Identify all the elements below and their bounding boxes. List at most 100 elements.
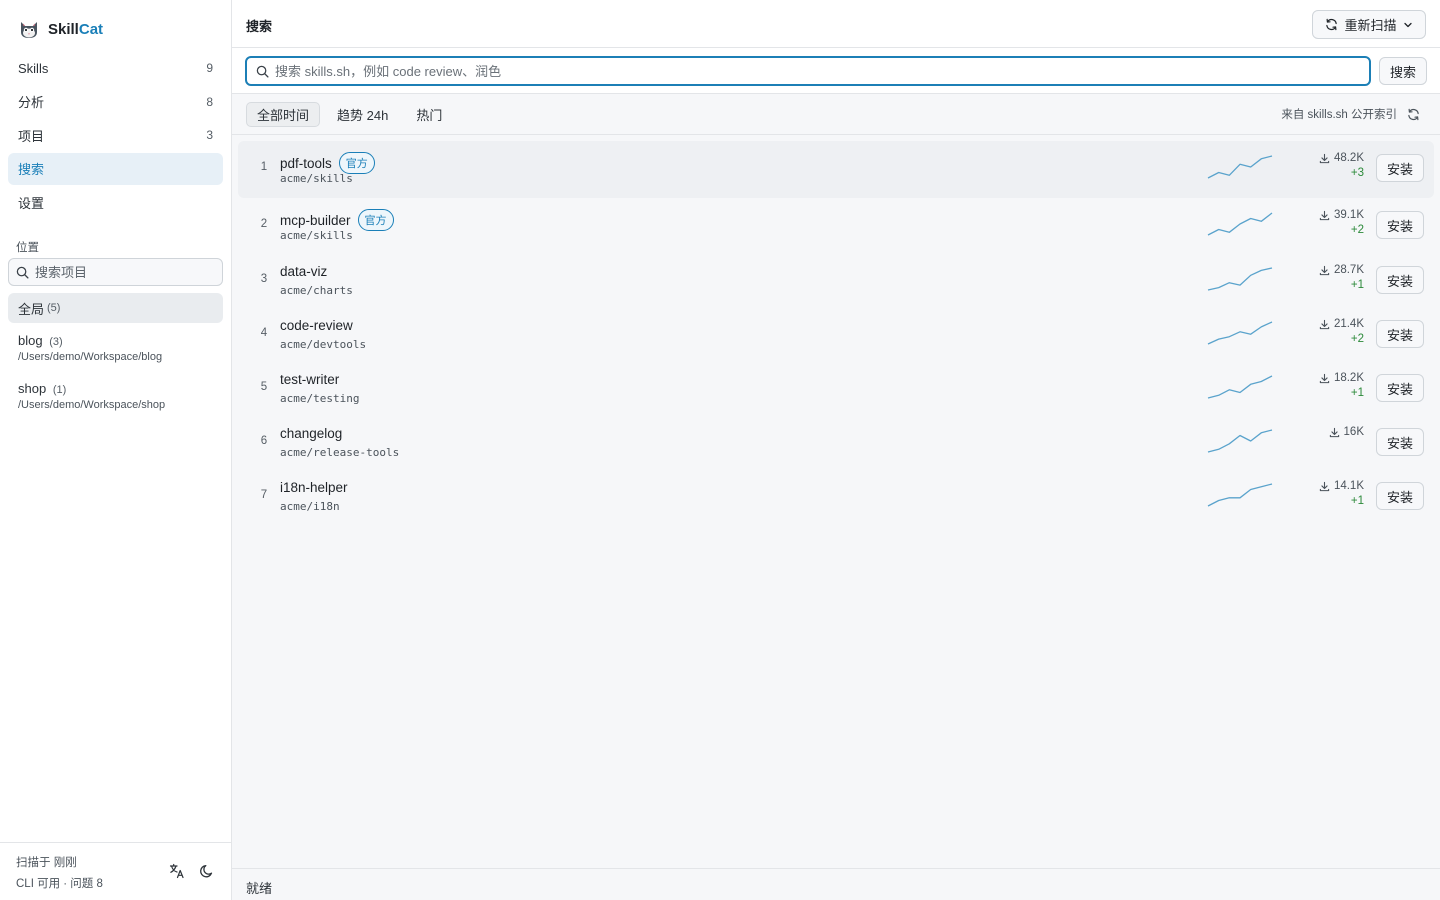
sidebar-nav: Skills 9 分析 8 项目 3 搜索 设置	[8, 52, 223, 220]
project-item-shop[interactable]: shop (1) /Users/demo/Workspace/shop	[8, 379, 223, 419]
trend-sparkline	[1207, 321, 1273, 345]
search-button[interactable]: 搜索	[1379, 57, 1427, 85]
install-button[interactable]: 安装	[1376, 266, 1424, 294]
project-item-global[interactable]: 全局 (5)	[8, 293, 223, 323]
page-title: 搜索	[246, 19, 273, 34]
result-row[interactable]: 4 code-review acme/devtools 21.4K +2 安装	[238, 307, 1434, 361]
rescan-button[interactable]: 重新扫描	[1312, 10, 1426, 39]
result-rank: 6	[260, 435, 268, 447]
result-rank: 5	[260, 381, 268, 393]
location-section-label: 位置	[16, 242, 39, 254]
project-search-field[interactable]	[8, 258, 223, 286]
sidebar-item-count: 8	[206, 94, 213, 109]
skill-search-field[interactable]	[245, 56, 1371, 86]
search-icon	[256, 65, 269, 78]
project-search-input[interactable]	[35, 264, 215, 280]
skill-name: test-writer	[280, 372, 340, 387]
result-rank: 1	[260, 161, 268, 173]
sidebar-item-projects[interactable]: 项目 3	[8, 119, 223, 151]
refresh-icon[interactable]	[1407, 108, 1420, 121]
result-rank: 4	[260, 327, 268, 339]
project-name: shop	[18, 381, 47, 396]
project-count: (5)	[47, 302, 61, 314]
download-delta: +1	[1350, 279, 1364, 291]
download-count: 14.1K	[1333, 480, 1364, 492]
download-stats: 14.1K +1	[1319, 480, 1364, 507]
trend-sparkline	[1207, 483, 1273, 507]
download-icon	[1329, 427, 1339, 437]
result-row[interactable]: 6 changelog acme/release-tools 16K 安装	[238, 415, 1434, 469]
sidebar-item-count: 9	[206, 61, 213, 75]
install-button[interactable]: 安装	[1376, 154, 1424, 182]
install-button[interactable]: 安装	[1376, 428, 1424, 456]
project-path: /Users/demo/Workspace/blog	[18, 351, 163, 363]
scan-status: 扫描于 刚刚	[16, 857, 77, 869]
skill-repo: acme/testing	[280, 392, 360, 405]
sparkline-path	[1207, 321, 1273, 345]
sparkline-path	[1207, 267, 1273, 291]
sidebar-item-analytics[interactable]: 分析 8	[8, 86, 223, 118]
download-count: 18.2K	[1333, 372, 1364, 384]
download-delta: +2	[1350, 224, 1364, 236]
install-button[interactable]: 安装	[1376, 320, 1424, 348]
main-content: 搜索 重新扫描 搜索 全部时间 趋势 24h 热门	[232, 0, 1440, 900]
download-icon	[1319, 319, 1330, 329]
official-badge: 官方	[357, 209, 394, 231]
download-count: 48.2K	[1333, 152, 1364, 164]
download-stats: 18.2K +1	[1319, 372, 1364, 399]
skill-search-input[interactable]	[275, 63, 1355, 79]
status-text: 就绪	[246, 881, 273, 896]
sidebar-item-skills[interactable]: Skills 9	[8, 52, 223, 84]
sidebar-item-label: 搜索	[18, 162, 45, 177]
source-info: 来自 skills.sh 公开索引	[1281, 106, 1420, 122]
sidebar-item-count: 3	[206, 128, 213, 142]
download-stats: 48.2K +3	[1319, 152, 1364, 179]
project-count: (1)	[52, 384, 67, 396]
skill-name: changelog	[280, 426, 343, 441]
cli-status: CLI 可用 · 问题 8	[16, 878, 103, 890]
result-row[interactable]: 3 data-viz acme/charts 28.7K +1 安装	[238, 253, 1434, 307]
sidebar-item-search[interactable]: 搜索	[8, 152, 223, 185]
download-stats: 28.7K +1	[1319, 264, 1364, 291]
sparkline-path	[1207, 155, 1273, 179]
sidebar-item-label: 分析	[18, 95, 45, 110]
install-button[interactable]: 安装	[1376, 211, 1424, 239]
source-label: 来自 skills.sh 公开索引	[1281, 109, 1397, 121]
result-row[interactable]: 7 i18n-helper acme/i18n 14.1K +1 安装	[238, 469, 1434, 523]
install-button[interactable]: 安装	[1376, 482, 1424, 510]
result-rank: 7	[260, 489, 268, 501]
project-count: (3)	[49, 336, 63, 348]
translate-icon[interactable]	[169, 863, 185, 879]
result-row[interactable]: 5 test-writer acme/testing 18.2K +1 安装	[238, 361, 1434, 415]
brand[interactable]: SkillCat	[18, 16, 103, 42]
tab-all-time[interactable]: 全部时间	[246, 102, 321, 127]
trend-sparkline	[1207, 267, 1273, 291]
skill-repo: acme/skills	[280, 172, 353, 185]
download-count: 21.4K	[1333, 318, 1364, 330]
official-badge: 官方	[338, 152, 375, 174]
install-button[interactable]: 安装	[1376, 374, 1424, 402]
skill-repo: acme/release-tools	[280, 446, 400, 459]
sparkline-path	[1207, 375, 1273, 399]
sidebar-item-label: Skills	[18, 60, 49, 76]
result-row[interactable]: 1 pdf-tools 官方 acme/skills 48.2K +3 安装	[238, 141, 1434, 198]
skill-repo: acme/i18n	[280, 500, 340, 513]
moon-icon[interactable]	[199, 863, 215, 879]
project-item-blog[interactable]: blog (3) /Users/demo/Workspace/blog	[8, 331, 223, 371]
sidebar-item-settings[interactable]: 设置	[8, 186, 223, 218]
download-stats: 21.4K +2	[1319, 318, 1364, 345]
sidebar-footer: 扫描于 刚刚 CLI 可用 · 问题 8	[0, 842, 231, 900]
filter-tabs-bar: 全部时间 趋势 24h 热门 来自 skills.sh 公开索引	[232, 94, 1440, 135]
tab-hot[interactable]: 热门	[405, 102, 453, 127]
skill-name: i18n-helper	[280, 480, 348, 495]
tab-trending-24h[interactable]: 趋势 24h	[326, 102, 399, 127]
result-rank: 3	[260, 273, 268, 285]
result-row[interactable]: 2 mcp-builder 官方 acme/skills 39.1K +2 安装	[238, 198, 1434, 253]
search-bar: 搜索	[232, 48, 1440, 94]
skill-repo: acme/devtools	[280, 338, 367, 351]
app-name: SkillCat	[48, 20, 104, 38]
skill-repo: acme/skills	[280, 229, 353, 242]
search-icon	[16, 266, 29, 279]
download-icon	[1319, 153, 1330, 163]
download-delta: +3	[1350, 167, 1364, 179]
